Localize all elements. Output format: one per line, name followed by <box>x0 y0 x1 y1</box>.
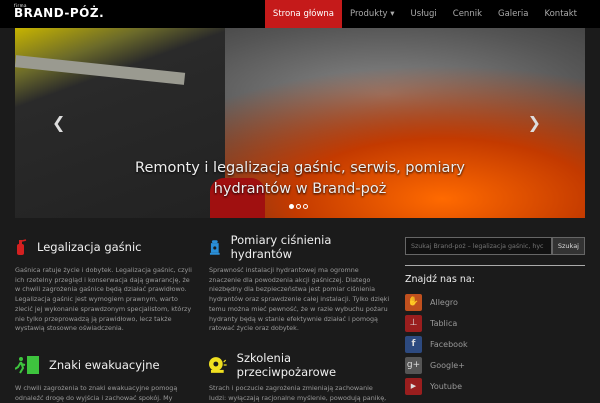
social-label: Google+ <box>430 361 465 370</box>
social-tablica[interactable]: ⊥ Tablica <box>405 313 585 334</box>
search-input[interactable] <box>405 237 552 255</box>
feature-text: Gaśnica ratuje życie i dobytek. Legaliza… <box>15 266 192 333</box>
search-form: Szukaj <box>405 237 585 255</box>
feature-hydrants: Pomiary ciśnienia hydrantów Sprawność in… <box>209 233 391 334</box>
main-menu: Strona główna Produkty ▾ Usługi Cennik G… <box>264 0 585 28</box>
nav-pricing[interactable]: Cennik <box>445 0 490 28</box>
feature-title: Legalizacja gaśnic <box>37 240 142 254</box>
pin-icon: ⊥ <box>405 315 422 332</box>
find-us-heading: Znajdź nas na: <box>405 274 475 285</box>
exit-sign-icon <box>15 356 39 374</box>
social-youtube[interactable]: ▶ Youtube <box>405 376 585 397</box>
logo-text: BRAND-PÓŻ. <box>14 6 105 20</box>
logo-subtitle: firma <box>14 3 27 8</box>
prev-arrow-icon[interactable]: ❮ <box>52 113 65 132</box>
google-plus-icon: g+ <box>405 357 422 374</box>
feature-text: W chwili zagrożenia to znaki ewakuacyjne… <box>15 384 178 402</box>
facebook-icon: f <box>405 336 422 353</box>
social-googleplus[interactable]: g+ Google+ <box>405 355 585 376</box>
divider <box>405 265 585 266</box>
nav-contact[interactable]: Kontakt <box>536 0 585 28</box>
search-button[interactable]: Szukaj <box>551 237 585 255</box>
next-arrow-icon[interactable]: ❯ <box>528 113 541 132</box>
hydrant-icon <box>209 240 220 255</box>
nav-services[interactable]: Usługi <box>403 0 445 28</box>
nav-products[interactable]: Produkty ▾ <box>342 0 403 28</box>
nav-gallery[interactable]: Galeria <box>490 0 536 28</box>
navbar: firma BRAND-PÓŻ. Strona główna Produkty ▾… <box>0 0 600 28</box>
indicator-1[interactable] <box>289 204 294 209</box>
caption-line: Remonty i legalizacja gaśnic, serwis, po… <box>135 160 465 176</box>
social-label: Youtube <box>430 382 462 391</box>
nav-home[interactable]: Strona główna <box>264 0 343 28</box>
caption-line: hydrantów w Brand-poż <box>213 181 387 197</box>
feature-title: Znaki ewakuacyjne <box>49 358 160 372</box>
feature-text: Sprawność instalacji hydrantowej ma ogro… <box>209 266 390 333</box>
feature-evacuation-signs: Znaki ewakuacyjne W chwili zagrożenia to… <box>15 354 195 403</box>
social-label: Tablica <box>430 319 458 328</box>
social-label: Facebook <box>430 340 468 349</box>
feature-text: Strach i poczucie zagrożenia zmieniają z… <box>209 384 387 402</box>
allegro-icon: ✋ <box>405 294 422 311</box>
feature-extinguishers: Legalizacja gaśnic Gaśnica ratuje życie … <box>15 236 195 334</box>
carousel-caption: Remonty i legalizacja gaśnic, serwis, po… <box>15 158 585 200</box>
logo[interactable]: firma BRAND-PÓŻ. <box>14 3 105 20</box>
carousel-indicators <box>289 204 308 209</box>
fire-extinguisher-icon <box>17 239 27 255</box>
feature-fire-training: Szkolenia przeciwpożarowe Strach i poczu… <box>209 351 391 403</box>
feature-title: Szkolenia przeciwpożarowe <box>236 351 337 379</box>
feature-title: Pomiary ciśnienia hydrantów <box>230 233 332 261</box>
sidebar: Szukaj Znajdź nas na: ✋Allegro ⊥Tablica … <box>405 237 585 397</box>
social-allegro[interactable]: ✋ Allegro <box>405 292 585 313</box>
alarm-bell-icon <box>209 357 227 373</box>
social-facebook[interactable]: f Facebook <box>405 334 585 355</box>
hero-carousel: ❮ ❯ Remonty i legalizacja gaśnic, serwis… <box>15 28 585 218</box>
indicator-2[interactable] <box>296 204 301 209</box>
indicator-3[interactable] <box>303 204 308 209</box>
social-label: Allegro <box>430 298 458 307</box>
youtube-icon: ▶ <box>405 378 422 395</box>
